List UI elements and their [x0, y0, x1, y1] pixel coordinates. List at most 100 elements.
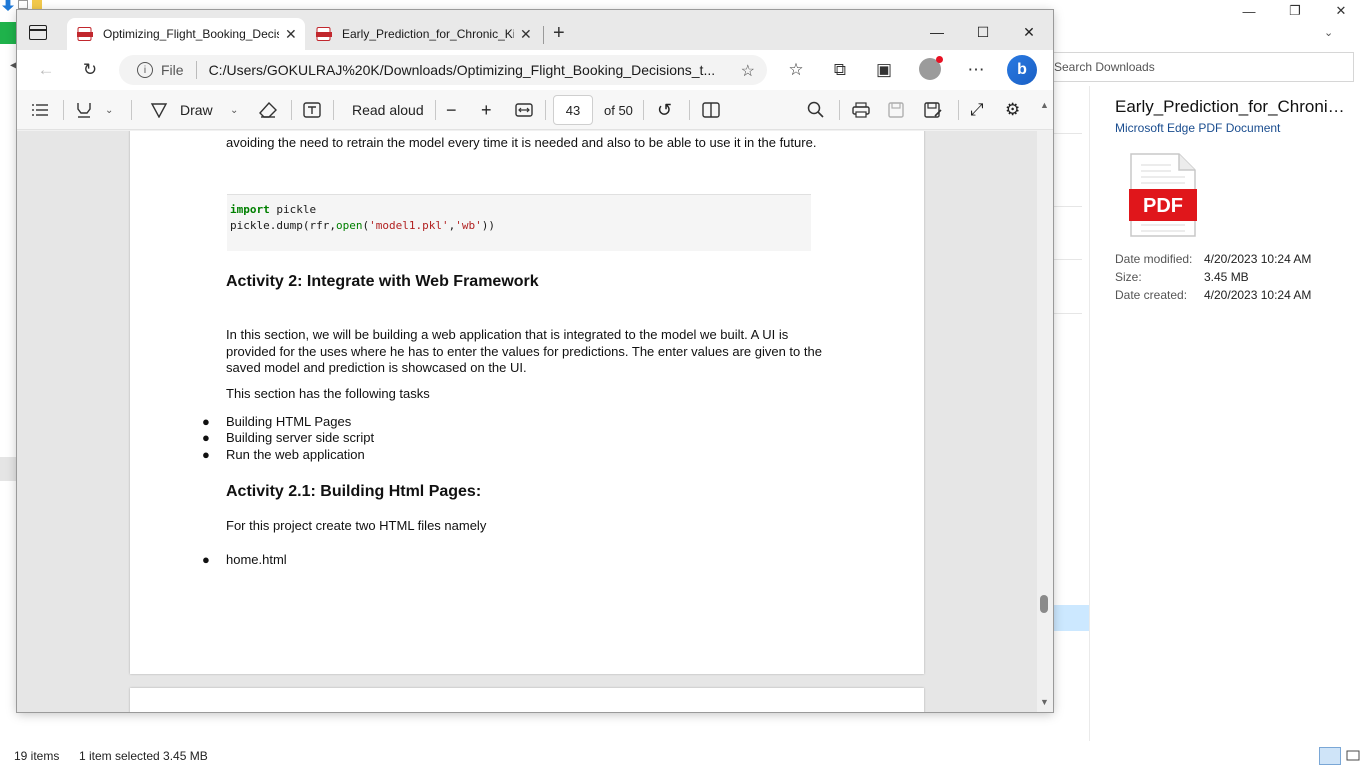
- edge-browser-window: Optimizing_Flight_Booking_Decisions ✕ Ea…: [17, 10, 1053, 712]
- details-properties: Date modified: 4/20/2023 10:24 AM Size: 3.…: [1115, 252, 1311, 306]
- url-scheme: File: [161, 62, 184, 78]
- tab-optimizing-flight[interactable]: Optimizing_Flight_Booking_Decisions ✕: [67, 18, 305, 50]
- download-arrow-icon[interactable]: [2, 0, 14, 11]
- maximize-button[interactable]: ☐: [960, 18, 1006, 46]
- profile-avatar[interactable]: [919, 56, 943, 80]
- back-arrow-icon[interactable]: ←: [35, 60, 57, 80]
- toolbar-separator: [63, 100, 64, 120]
- toolbar-separator: [545, 100, 546, 120]
- info-icon[interactable]: i: [137, 62, 153, 78]
- large-icons-view-icon[interactable]: [1343, 747, 1363, 765]
- tab-separator: [543, 26, 544, 44]
- list-divider: [1052, 133, 1082, 134]
- toolbar-separator: [291, 100, 292, 120]
- tab-early-prediction[interactable]: Early_Prediction_for_Chronic_Kidney ✕: [306, 18, 542, 50]
- fit-to-width-icon[interactable]: [515, 100, 533, 120]
- refresh-icon[interactable]: ↻: [79, 60, 101, 80]
- details-view-icon[interactable]: [1319, 747, 1341, 765]
- pdf-page: avoiding the need to retrain the model e…: [130, 131, 924, 674]
- tab-actions-icon[interactable]: [29, 25, 47, 40]
- address-bar-row: ← ↻ i File C:/Users/GOKULRAJ%20K/Downloa…: [17, 50, 1053, 90]
- close-tab-icon[interactable]: ✕: [520, 26, 532, 43]
- pdf-tab-icon: [77, 27, 93, 41]
- toolbar-separator: [131, 100, 132, 120]
- chevron-down-icon[interactable]: ⌄: [1324, 26, 1333, 39]
- list-item: ● home.html: [202, 552, 287, 567]
- list-item: ● Building server side script: [202, 430, 375, 445]
- scroll-down-icon[interactable]: ▼: [1040, 697, 1049, 707]
- rotate-icon[interactable]: ↺: [657, 100, 672, 120]
- document-icon[interactable]: [18, 0, 28, 9]
- print-icon[interactable]: [852, 100, 870, 120]
- list-item: ● Building HTML Pages: [202, 414, 352, 429]
- search-icon[interactable]: [807, 100, 825, 120]
- url-text[interactable]: C:/Users/GOKULRAJ%20K/Downloads/Optimizi…: [209, 62, 723, 78]
- toolbar-separator: [643, 100, 644, 120]
- toolbar-separator: [689, 100, 690, 120]
- add-text-icon[interactable]: [303, 100, 321, 120]
- page-number-input[interactable]: 43: [553, 95, 593, 125]
- section-heading: Activity 2: Integrate with Web Framework: [226, 273, 539, 290]
- pdf-viewer[interactable]: avoiding the need to retrain the model e…: [17, 131, 1053, 712]
- bing-chat-icon[interactable]: b: [1007, 55, 1037, 85]
- highlight-dropdown-icon[interactable]: ⌄: [105, 100, 113, 120]
- save-as-icon[interactable]: [924, 100, 942, 120]
- code-line: import pickle: [230, 203, 317, 216]
- toolbar-separator: [333, 100, 334, 120]
- more-options-icon[interactable]: ⋯: [965, 60, 987, 80]
- page-view-icon[interactable]: [702, 100, 720, 120]
- explorer-minimize-button[interactable]: —: [1226, 0, 1272, 22]
- url-separator: [195, 61, 197, 79]
- explorer-close-button[interactable]: ✕: [1318, 0, 1364, 22]
- minimize-button[interactable]: —: [914, 18, 960, 46]
- green-strip: [0, 22, 17, 44]
- folder-icon[interactable]: [32, 0, 42, 9]
- section-paragraph: In this section, we will be building a w…: [226, 327, 822, 375]
- search-downloads-input[interactable]: Search Downloads: [1046, 52, 1354, 82]
- explorer-status-bar: 19 items 1 item selected 3.45 MB: [0, 741, 1366, 768]
- add-favorite-icon[interactable]: ☆: [741, 61, 755, 81]
- toolbar-separator: [839, 100, 840, 120]
- intro-line: avoiding the need to retrain the model e…: [226, 135, 817, 150]
- list-divider: [1052, 206, 1082, 207]
- close-window-button[interactable]: ✕: [1006, 18, 1052, 46]
- favorites-icon[interactable]: ☆: [785, 60, 807, 80]
- zoom-in-icon[interactable]: +: [481, 100, 492, 120]
- collections-icon[interactable]: ⧉: [829, 60, 851, 80]
- tasks-intro: This section has the following tasks: [226, 386, 430, 401]
- property-row: Size: 3.45 MB: [1115, 270, 1249, 284]
- erase-icon[interactable]: [259, 100, 277, 120]
- scrollbar-thumb[interactable]: [1040, 595, 1048, 613]
- pdf-next-page: [130, 688, 924, 712]
- explorer-restore-button[interactable]: ❐: [1272, 0, 1318, 22]
- address-bar[interactable]: i File C:/Users/GOKULRAJ%20K/Downloads/O…: [119, 55, 767, 85]
- scroll-marker: [0, 457, 17, 481]
- full-screen-icon[interactable]: ⤢: [970, 100, 984, 120]
- code-block: import pickle pickle.dump(rfr,open('mode…: [227, 194, 811, 251]
- files-intro: For this project create two HTML files n…: [226, 518, 487, 533]
- list-divider: [1052, 259, 1082, 260]
- details-pane-divider: [1089, 86, 1090, 741]
- browser-essentials-icon[interactable]: ▣: [873, 60, 895, 80]
- list-item: ● Run the web application: [202, 447, 365, 462]
- table-of-contents-icon[interactable]: [31, 100, 49, 120]
- settings-gear-icon[interactable]: ⚙: [1005, 100, 1020, 120]
- read-aloud-button[interactable]: Read aloud: [352, 100, 424, 120]
- new-tab-icon[interactable]: +: [553, 23, 565, 43]
- draw-button[interactable]: Draw: [150, 100, 213, 120]
- save-icon[interactable]: [888, 100, 904, 120]
- tab-title: Optimizing_Flight_Booking_Decisions: [103, 27, 279, 41]
- scroll-up-icon[interactable]: ▲: [1040, 100, 1049, 110]
- pdf-file-icon: PDF: [1129, 153, 1197, 237]
- page-total: of 50: [604, 102, 633, 118]
- draw-icon: [150, 103, 168, 118]
- draw-dropdown-icon[interactable]: ⌄: [230, 100, 238, 120]
- close-tab-icon[interactable]: ✕: [285, 26, 297, 43]
- code-line: pickle.dump(rfr,open('model1.pkl','wb')): [230, 219, 495, 232]
- highlight-icon[interactable]: [75, 100, 93, 120]
- details-pane: Early_Prediction_for_Chronic_K... Micros…: [1115, 97, 1360, 302]
- vertical-scrollbar[interactable]: [1037, 131, 1053, 712]
- selected-file-row[interactable]: [1052, 605, 1089, 631]
- zoom-out-icon[interactable]: −: [446, 100, 457, 120]
- tab-bar: Optimizing_Flight_Booking_Decisions ✕ Ea…: [17, 10, 1053, 50]
